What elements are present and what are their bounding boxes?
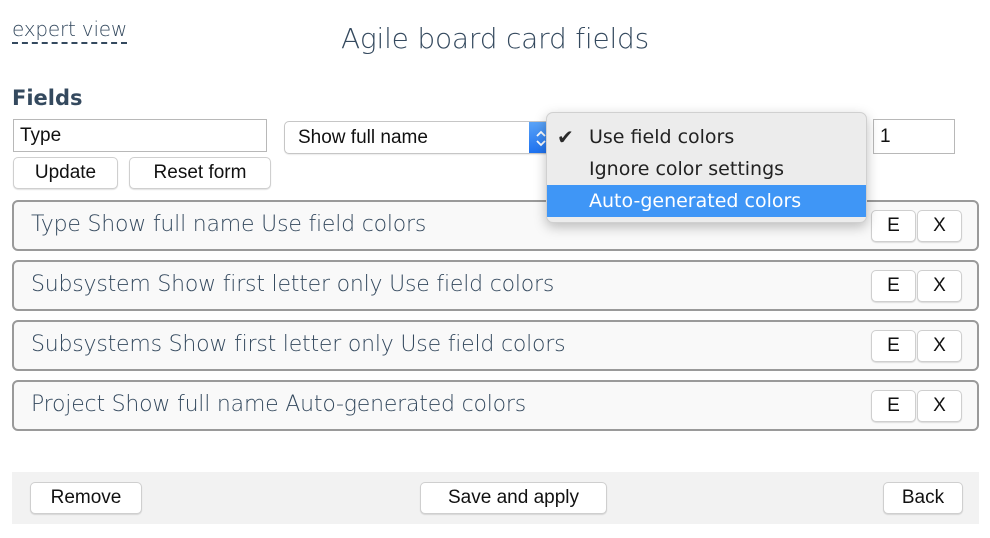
- reset-form-button[interactable]: Reset form: [129, 157, 271, 189]
- dropdown-option-use-field-colors[interactable]: ✔ Use field colors: [547, 121, 866, 153]
- dropdown-option-ignore-color-settings[interactable]: Ignore color settings: [547, 153, 866, 185]
- dropdown-option-label: Use field colors: [589, 126, 735, 148]
- delete-button[interactable]: X: [917, 390, 962, 422]
- save-and-apply-button[interactable]: Save and apply: [420, 482, 607, 514]
- field-name-input[interactable]: [13, 119, 267, 152]
- edit-button[interactable]: E: [871, 270, 916, 302]
- back-button[interactable]: Back: [883, 482, 963, 514]
- delete-button[interactable]: X: [917, 270, 962, 302]
- update-button[interactable]: Update: [13, 157, 118, 189]
- order-input[interactable]: [873, 119, 955, 154]
- page-title: Agile board card fields: [340, 22, 650, 55]
- field-row: Subsystem Show first letter only Use fie…: [12, 260, 979, 311]
- field-row-text: Subsystems Show first letter only Use fi…: [31, 332, 566, 357]
- field-row: Subsystems Show first letter only Use fi…: [12, 320, 979, 371]
- field-row-text: Project Show full name Auto-generated co…: [31, 392, 527, 417]
- dropdown-option-label: Auto-generated colors: [589, 190, 802, 212]
- field-row-text: Subsystem Show first letter only Use fie…: [31, 272, 555, 297]
- fields-heading: Fields: [12, 86, 83, 110]
- edit-button[interactable]: E: [871, 330, 916, 362]
- dropdown-option-auto-generated-colors[interactable]: Auto-generated colors: [547, 185, 866, 217]
- remove-button[interactable]: Remove: [30, 482, 142, 514]
- field-row: Project Show full name Auto-generated co…: [12, 380, 979, 431]
- delete-button[interactable]: X: [917, 210, 962, 242]
- delete-button[interactable]: X: [917, 330, 962, 362]
- display-mode-selected-value: Show full name: [298, 127, 428, 148]
- display-mode-select[interactable]: Show full name: [284, 121, 554, 154]
- field-row-text: Type Show full name Use field colors: [31, 212, 427, 237]
- footer-bar: Remove Save and apply Back: [12, 472, 979, 524]
- edit-button[interactable]: E: [871, 210, 916, 242]
- color-mode-dropdown-menu: ✔ Use field colors Ignore color settings…: [546, 112, 867, 223]
- edit-button[interactable]: E: [871, 390, 916, 422]
- checkmark-icon: ✔: [557, 125, 574, 149]
- dropdown-option-label: Ignore color settings: [589, 158, 785, 180]
